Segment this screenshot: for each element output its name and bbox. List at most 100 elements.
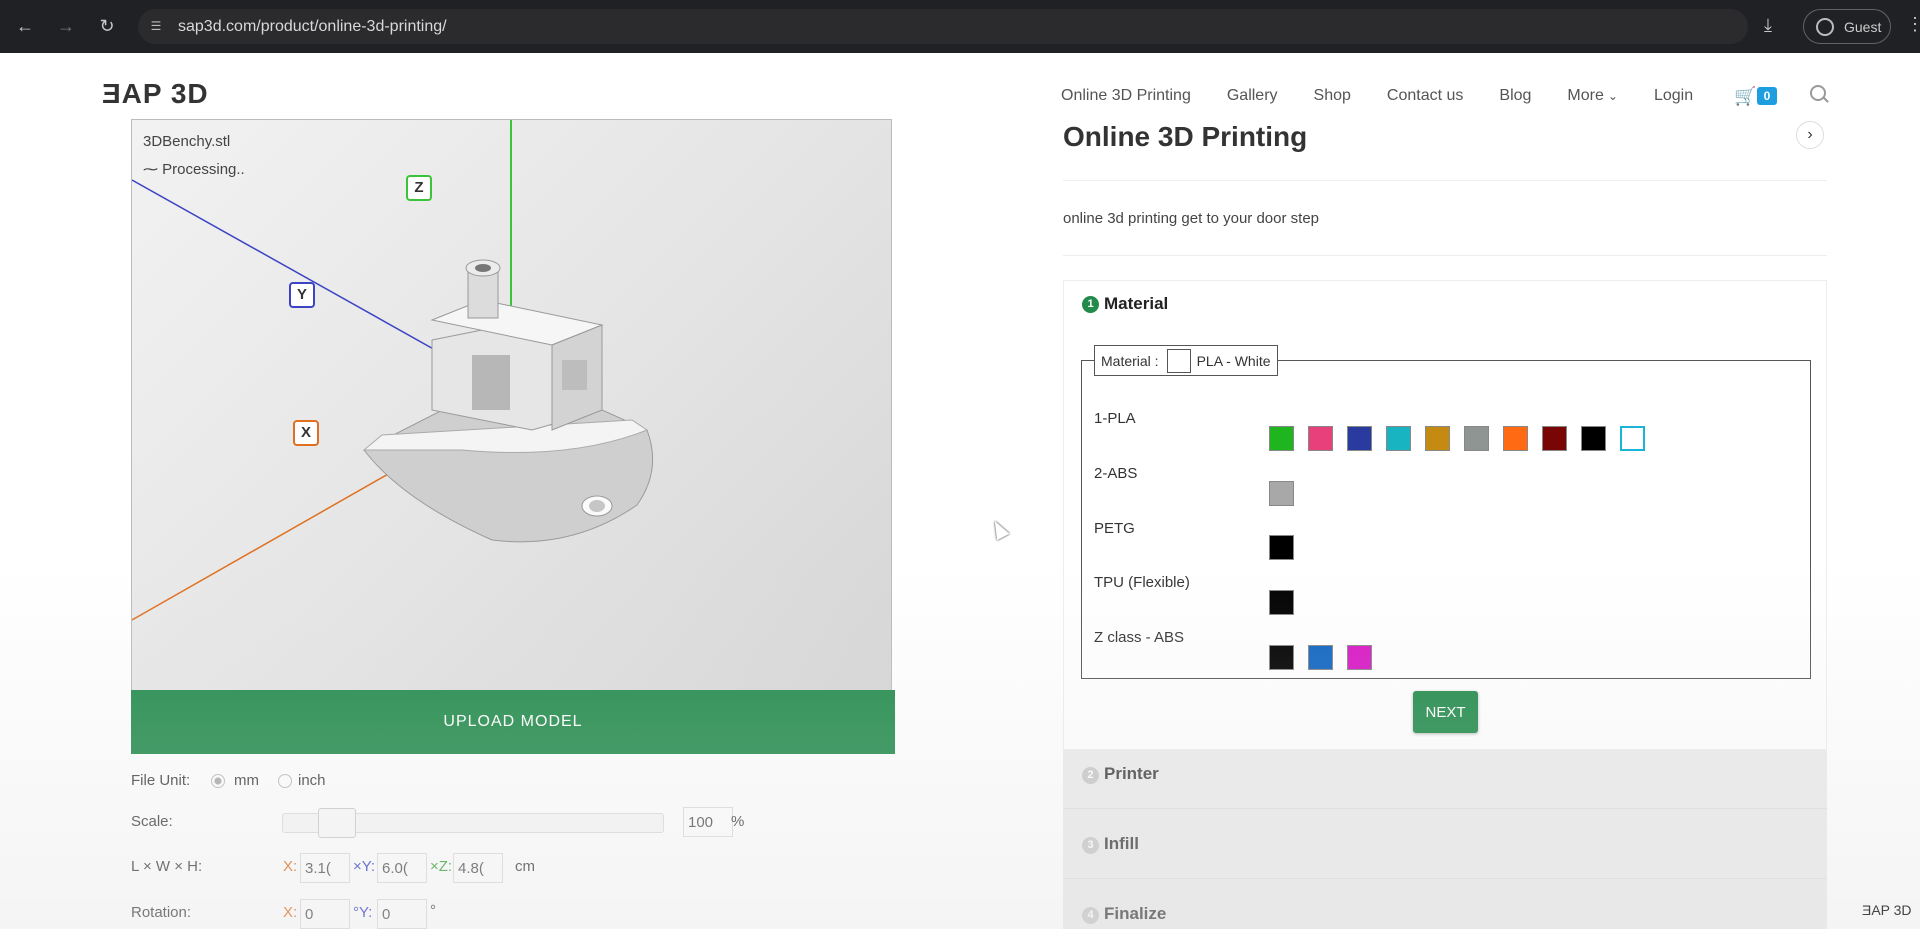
rot-y-prefix: °Y: — [353, 904, 373, 921]
step-title-infill[interactable]: Infill — [1104, 834, 1139, 854]
unit-mm-radio[interactable] — [211, 774, 225, 788]
scale-input[interactable]: 100 — [683, 807, 733, 837]
axis-label-x: X — [293, 420, 319, 446]
selected-material-legend: Material : PLA - White — [1094, 345, 1278, 376]
color-swatch[interactable] — [1269, 590, 1294, 615]
processing-status: ⁓ Processing.. — [143, 160, 245, 178]
axis-label-z: Z — [406, 175, 432, 201]
material-group-label: TPU (Flexible) — [1094, 574, 1190, 591]
dim-y-input[interactable]: 6.0( — [377, 853, 427, 883]
watermark-logo: ƎAP 3D — [1862, 902, 1912, 918]
unit-inch-label[interactable]: inch — [298, 772, 326, 789]
dimensions-label: L × W × H: — [131, 858, 203, 875]
back-icon[interactable]: ← — [13, 14, 37, 38]
step-title-material[interactable]: Material — [1104, 294, 1168, 314]
divider — [1063, 255, 1827, 256]
dim-x-input[interactable]: 3.1( — [300, 853, 350, 883]
nav-more-label: More — [1567, 87, 1604, 104]
site-info-icon[interactable]: ☰ — [148, 18, 164, 34]
profile-button[interactable]: Guest — [1803, 9, 1891, 44]
y-axis-line — [132, 179, 463, 366]
dim-x-prefix: X: — [283, 858, 298, 875]
benchy-model — [362, 259, 654, 543]
step-number-2: 2 — [1082, 767, 1099, 784]
color-swatch[interactable] — [1308, 426, 1333, 451]
model-viewer[interactable]: 3DBenchy.stl ⁓ Processing.. Z Y X — [131, 119, 892, 691]
avatar-icon — [1816, 18, 1834, 36]
material-legend-label: Material : — [1101, 352, 1159, 369]
next-button[interactable]: NEXT — [1413, 691, 1478, 733]
site-navigation: Online 3D Printing Gallery Shop Contact … — [1061, 87, 1729, 105]
divider — [1063, 878, 1827, 879]
dim-z-input[interactable]: 4.8( — [453, 853, 503, 883]
color-swatch[interactable] — [1542, 426, 1567, 451]
address-bar[interactable]: ☰ sap3d.com/product/online-3d-printing/ — [138, 9, 1748, 44]
product-title: Online 3D Printing — [1063, 121, 1308, 152]
material-group-label: PETG — [1094, 520, 1135, 537]
nav-contact-us[interactable]: Contact us — [1387, 87, 1463, 105]
site-logo[interactable]: ƎAP 3D — [102, 78, 209, 110]
color-swatch[interactable] — [1464, 426, 1489, 451]
scale-slider-handle[interactable] — [318, 808, 356, 838]
color-swatch[interactable] — [1269, 645, 1294, 670]
step-title-printer[interactable]: Printer — [1104, 764, 1159, 784]
dim-y-prefix: ×Y: — [353, 858, 376, 875]
color-swatch[interactable] — [1425, 426, 1450, 451]
color-swatch[interactable] — [1269, 535, 1294, 560]
rot-unit: ° — [430, 902, 436, 919]
nav-online-3d-printing[interactable]: Online 3D Printing — [1061, 87, 1191, 105]
menu-icon[interactable]: ⋮ — [1906, 14, 1920, 35]
file-unit-label: File Unit: — [131, 772, 191, 789]
color-swatch[interactable] — [1503, 426, 1528, 451]
reload-icon[interactable]: ↻ — [95, 14, 119, 38]
material-legend-value: PLA - White — [1196, 352, 1271, 369]
nav-more[interactable]: More ⌄ — [1567, 87, 1618, 105]
chevron-right-icon[interactable]: › — [1796, 121, 1824, 149]
material-group-label: 2-ABS — [1094, 465, 1138, 482]
scale-unit: % — [731, 813, 745, 830]
spinner-icon: ⁓ — [143, 161, 163, 178]
download-icon[interactable]: ⤓ — [1764, 15, 1772, 36]
browser-toolbar: ← → ↻ ☰ sap3d.com/product/online-3d-prin… — [0, 0, 1920, 53]
rot-y-input[interactable]: 0 — [377, 899, 427, 929]
rotation-label: Rotation: — [131, 904, 192, 921]
collapsed-steps — [1063, 750, 1827, 929]
mouse-cursor-icon — [988, 517, 1010, 541]
nav-login[interactable]: Login — [1654, 87, 1693, 105]
cart-count-badge: 0 — [1757, 87, 1777, 105]
step-title-finalize[interactable]: Finalize — [1104, 904, 1166, 924]
unit-mm-label[interactable]: mm — [234, 772, 259, 789]
material-group-label: 1-PLA — [1094, 410, 1136, 427]
url-text[interactable]: sap3d.com/product/online-3d-printing/ — [178, 18, 447, 36]
dim-z-prefix: ×Z: — [430, 858, 453, 875]
search-icon[interactable] — [1810, 85, 1826, 101]
chevron-down-icon: ⌄ — [1607, 89, 1618, 103]
divider — [1063, 808, 1827, 809]
cart-icon[interactable]: 🛒 — [1734, 86, 1756, 107]
step-number-4: 4 — [1082, 907, 1099, 924]
dim-unit: cm — [515, 858, 535, 875]
color-swatch[interactable] — [1620, 426, 1645, 451]
nav-blog[interactable]: Blog — [1499, 87, 1531, 105]
color-swatch[interactable] — [1269, 481, 1294, 506]
color-swatch[interactable] — [1347, 645, 1372, 670]
rot-x-input[interactable]: 0 — [300, 899, 350, 929]
color-swatch[interactable] — [1269, 426, 1294, 451]
selected-color-swatch — [1166, 348, 1191, 373]
unit-inch-radio[interactable] — [278, 774, 292, 788]
model-file-name: 3DBenchy.stl — [143, 133, 231, 150]
upload-model-button[interactable]: UPLOAD MODEL — [131, 690, 895, 754]
step-number-1: 1 — [1082, 296, 1099, 313]
color-swatch[interactable] — [1386, 426, 1411, 451]
color-swatch[interactable] — [1581, 426, 1606, 451]
material-fieldset — [1081, 360, 1811, 679]
viewer-scene — [132, 120, 654, 621]
profile-label: Guest — [1844, 19, 1882, 35]
forward-icon[interactable]: → — [54, 14, 78, 38]
step-number-3: 3 — [1082, 837, 1099, 854]
color-swatch[interactable] — [1347, 426, 1372, 451]
nav-gallery[interactable]: Gallery — [1227, 87, 1278, 105]
product-description: online 3d printing get to your door step — [1063, 210, 1320, 227]
nav-shop[interactable]: Shop — [1314, 87, 1351, 105]
color-swatch[interactable] — [1308, 645, 1333, 670]
